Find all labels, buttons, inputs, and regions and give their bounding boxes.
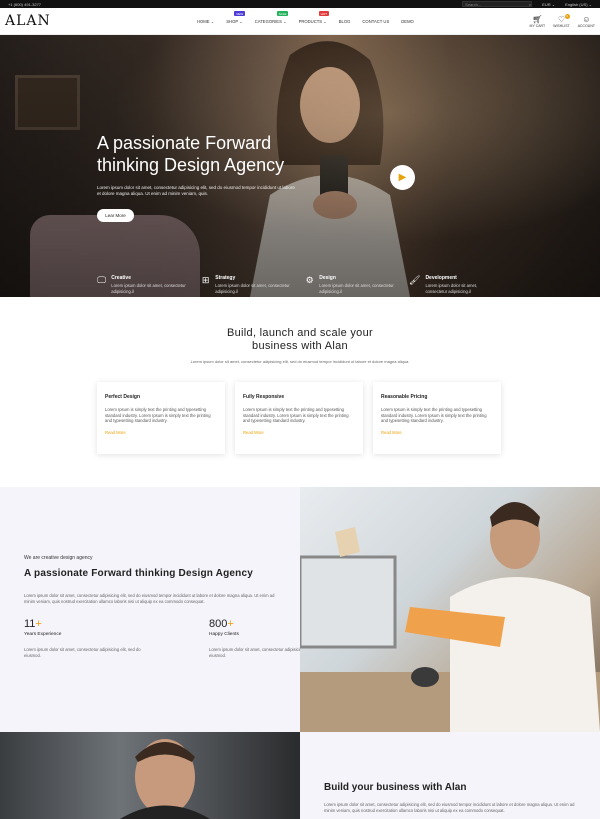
read-more-link[interactable]: Read More [381,430,493,435]
monitor-icon: 🖵︎ [97,275,106,285]
nav-item-demo[interactable]: DEMO [401,19,414,24]
about-paragraph: Lorem ipsum dolor sit amet, consectetur … [24,593,275,604]
new-badge: NEW [234,11,246,16]
wishlist-button[interactable]: ♡ 0 WISHLIST [553,13,570,28]
chevron-down-icon: ⌄ [210,19,215,24]
read-more-link[interactable]: Read More [105,430,217,435]
search-icon[interactable]: ⌕ [529,2,531,7]
play-video-button[interactable]: ▶ [390,165,415,190]
build-business-title: Build your business with Alan [324,782,467,793]
search-input[interactable]: Search... ⌕ [462,1,533,7]
build-business-section: Build your business with Alan Lorem ipsu… [0,732,600,819]
top-bar: +1 (600) 491-3277 Search... ⌕ EUR ⌄ Engl… [0,0,600,8]
card-reasonable-pricing: Reasonable Pricing Lorem Ipsum is simply… [373,382,501,454]
phone-number[interactable]: +1 (600) 491-3277 [8,2,41,7]
stat-years: 11+ Years Experience Lorem ipsum dolor s… [24,618,141,658]
nav-item-home[interactable]: HOME ⌄ [197,19,214,24]
nav-item-contact[interactable]: CONTACT US [362,19,389,24]
cart-icon: 🛒︎ [532,14,543,24]
wishlist-count: 0 [564,13,570,19]
nav-item-products[interactable]: HOT PRODUCTS ⌄ [299,11,329,24]
chevron-down-icon: ⌄ [239,19,243,24]
feature-development: 🖌︎ Development Lorem ipsum dolor sit amet… [409,275,478,294]
brush-icon: 🖌︎ [409,275,421,285]
hero-banner: A passionate Forward thinking Design Age… [0,35,600,297]
language-select[interactable]: English (US) ⌄ [565,2,592,7]
chevron-down-icon: ⌄ [323,19,327,24]
heart-icon: ♡ [557,14,565,24]
read-more-link[interactable]: Read More [243,430,355,435]
nav-menu: HOME ⌄ NEW SHOP ⌄ SALE CATEGORIES ⌄ HOT PRO… [197,8,414,35]
card-perfect-design: Perfect Design Lorem Ipsum is simply tex… [97,382,225,454]
currency-select[interactable]: EUR ⌄ [542,2,555,7]
account-button[interactable]: ☺ ACCOUNT [578,15,595,28]
build-subtitle: Lorem ipsum dolor sit amet, consectetur … [190,359,410,364]
about-section: We are creative design agency A passiona… [0,487,600,732]
chevron-down-icon: ⌄ [283,19,287,24]
about-kicker: We are creative design agency [24,555,93,561]
nav-icons: 🛒︎ MY CART ♡ 0 WISHLIST ☺ ACCOUNT [530,13,595,28]
gears-icon: ⚙ [305,275,314,285]
feature-design: ⚙ Design Lorem ipsum dolor sit amet, cons… [305,275,394,294]
site-logo[interactable]: ALAN [5,13,51,29]
man-reading-book-image [300,487,600,732]
feature-strategy: ⊞ Strategy Lorem ipsum dolor sit amet, co… [201,275,290,294]
cart-button[interactable]: 🛒︎ MY CART [530,15,546,28]
about-text-panel: We are creative design agency A passiona… [0,487,326,732]
build-section: Build, launch and scale your business wit… [0,297,600,487]
stats-row: 11+ Years Experience Lorem ipsum dolor s… [24,618,326,658]
feature-creative: 🖵︎ Creative Lorem ipsum dolor sit amet, c… [97,275,186,294]
build-title: Build, launch and scale your business wit… [227,327,373,352]
hero-title: A passionate Forward thinking Design Age… [97,133,285,175]
feature-cards: Perfect Design Lorem Ipsum is simply tex… [97,382,501,454]
card-fully-responsive: Fully Responsive Lorem Ipsum is simply t… [235,382,363,454]
main-navigation: ALAN HOME ⌄ NEW SHOP ⌄ SALE CATEGORIES ⌄ H… [0,8,600,35]
learn-more-button[interactable]: Lear More [97,209,134,222]
build-business-text: Build your business with Alan Lorem ipsu… [300,732,600,819]
nav-item-categories[interactable]: SALE CATEGORIES ⌄ [255,11,289,24]
strategy-icon: ⊞ [201,275,210,285]
play-icon: ▶ [398,172,407,183]
hot-badge: HOT [318,11,329,16]
nav-item-shop[interactable]: NEW SHOP ⌄ [226,11,246,24]
sale-badge: SALE [276,11,289,16]
user-icon: ☺ [582,14,591,24]
build-business-paragraph: Lorem ipsum dolor sit amet, consectetur … [324,802,575,813]
about-title: A passionate Forward thinking Design Age… [24,568,254,579]
man-smiling-image [0,732,300,819]
hero-subtitle: Lorem ipsum dolor sit amet, consectetur … [97,185,295,196]
nav-item-blog[interactable]: BLOG [339,19,351,24]
